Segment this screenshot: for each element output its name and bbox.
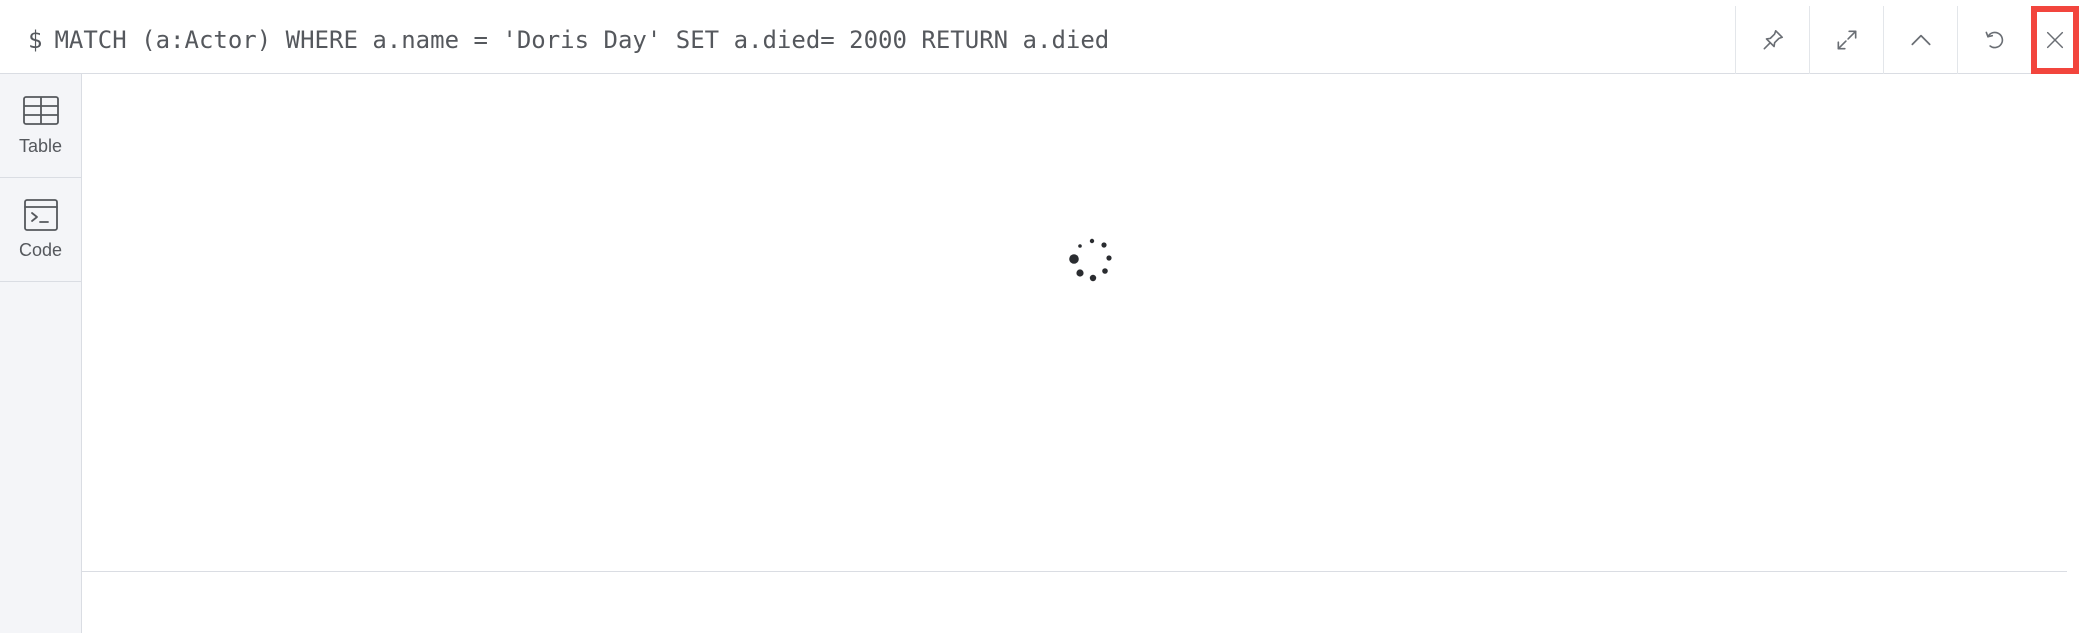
pin-icon bbox=[1763, 29, 1783, 50]
query-text: MATCH (a:Actor) WHERE a.name = 'Doris Da… bbox=[54, 26, 1110, 54]
sidebar-item-code[interactable]: Code bbox=[0, 178, 81, 282]
expand-icon bbox=[1837, 30, 1856, 50]
sidebar-item-label: Table bbox=[18, 136, 63, 156]
refresh-icon bbox=[1985, 31, 2003, 49]
close-button[interactable] bbox=[2031, 6, 2079, 74]
loading-spinner-icon bbox=[1069, 238, 1112, 282]
rerun-button[interactable] bbox=[1957, 6, 2031, 74]
table-icon bbox=[22, 96, 59, 125]
sidebar-item-label: Code bbox=[18, 240, 63, 260]
query-editor[interactable]: $ MATCH (a:Actor) WHERE a.name = 'Doris D… bbox=[28, 0, 1109, 80]
terminal-icon bbox=[23, 199, 58, 231]
frame-header: $ MATCH (a:Actor) WHERE a.name = 'Doris D… bbox=[0, 0, 2079, 74]
pin-button[interactable] bbox=[1735, 6, 1809, 74]
result-frame: $ MATCH (a:Actor) WHERE a.name = 'Doris D… bbox=[0, 0, 2079, 633]
expand-button[interactable] bbox=[1809, 6, 1883, 74]
chevron-up-icon bbox=[1910, 34, 1931, 46]
query-prompt: $ bbox=[28, 26, 43, 54]
frame-actions bbox=[1735, 6, 2079, 74]
sidebar-item-table[interactable]: Table bbox=[0, 74, 81, 178]
collapse-button[interactable] bbox=[1883, 6, 1957, 74]
result-content bbox=[82, 74, 2067, 572]
close-icon bbox=[2046, 31, 2064, 49]
view-sidebar: Table Code bbox=[0, 74, 82, 633]
